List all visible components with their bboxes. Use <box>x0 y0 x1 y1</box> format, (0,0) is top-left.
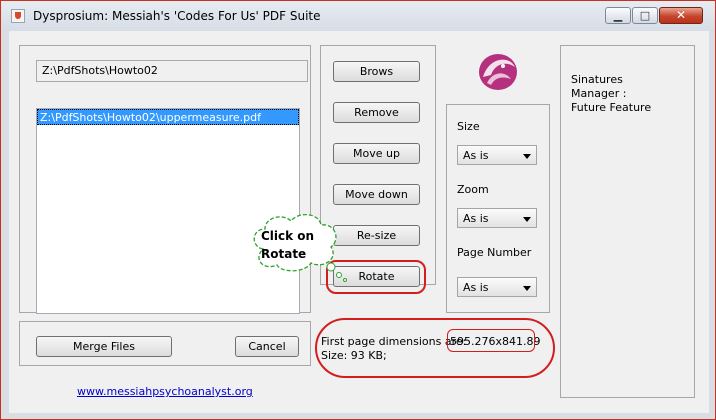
chevron-down-icon <box>523 217 531 222</box>
page-number-label: Page Number <box>457 246 532 259</box>
size-select[interactable]: As is <box>457 145 537 165</box>
page-number-select[interactable]: As is <box>457 277 537 297</box>
phoenix-logo-icon <box>479 54 517 90</box>
cancel-button[interactable]: Cancel <box>235 336 299 357</box>
window-title: Dysprosium: Messiah's 'Codes For Us' PDF… <box>33 9 321 23</box>
size-select-value: As is <box>463 149 489 162</box>
app-window: Dysprosium: Messiah's 'Codes For Us' PDF… <box>0 0 716 420</box>
maximize-button[interactable]: □ <box>632 7 658 24</box>
info-highlight <box>315 318 555 378</box>
callout-line-2: Rotate <box>261 247 307 261</box>
move-up-button[interactable]: Move up <box>333 143 420 164</box>
page-number-select-value: As is <box>463 281 489 294</box>
signatures-panel: Sinatures Manager : Future Feature <box>560 45 695 398</box>
merge-panel: Merge Files Cancel <box>19 321 311 366</box>
minimize-button[interactable]: ▁ <box>605 7 631 24</box>
signatures-line-2: Manager : <box>571 87 627 100</box>
remove-button[interactable]: Remove <box>333 102 420 123</box>
chevron-down-icon <box>523 286 531 291</box>
close-button[interactable]: ✕ <box>659 7 703 24</box>
minimize-icon: ▁ <box>613 9 623 22</box>
options-panel: Size As is Zoom As is Page Number As is <box>446 104 550 313</box>
zoom-select-value: As is <box>463 212 489 225</box>
file-list-item[interactable]: Z:\PdfShots\Howto02\uppermeasure.pdf <box>37 109 299 125</box>
move-down-button[interactable]: Move down <box>333 184 420 205</box>
zoom-label: Zoom <box>457 183 489 196</box>
java-app-icon <box>11 9 25 23</box>
website-link[interactable]: www.messiahpsychoanalyst.org <box>77 385 253 398</box>
path-field[interactable]: Z:\PdfShots\Howto02 <box>36 60 308 82</box>
title-bar: Dysprosium: Messiah's 'Codes For Us' PDF… <box>1 1 715 31</box>
merge-files-button[interactable]: Merge Files <box>36 336 172 357</box>
signatures-line-1: Sinatures <box>571 73 623 86</box>
zoom-select[interactable]: As is <box>457 208 537 228</box>
close-icon: ✕ <box>675 8 687 22</box>
signatures-line-3: Future Feature <box>571 101 652 114</box>
size-label: Size <box>457 120 480 133</box>
callout-line-1: Click on <box>261 229 315 243</box>
browse-button[interactable]: Brows <box>333 61 420 82</box>
chevron-down-icon <box>523 154 531 159</box>
maximize-icon: □ <box>639 9 651 22</box>
